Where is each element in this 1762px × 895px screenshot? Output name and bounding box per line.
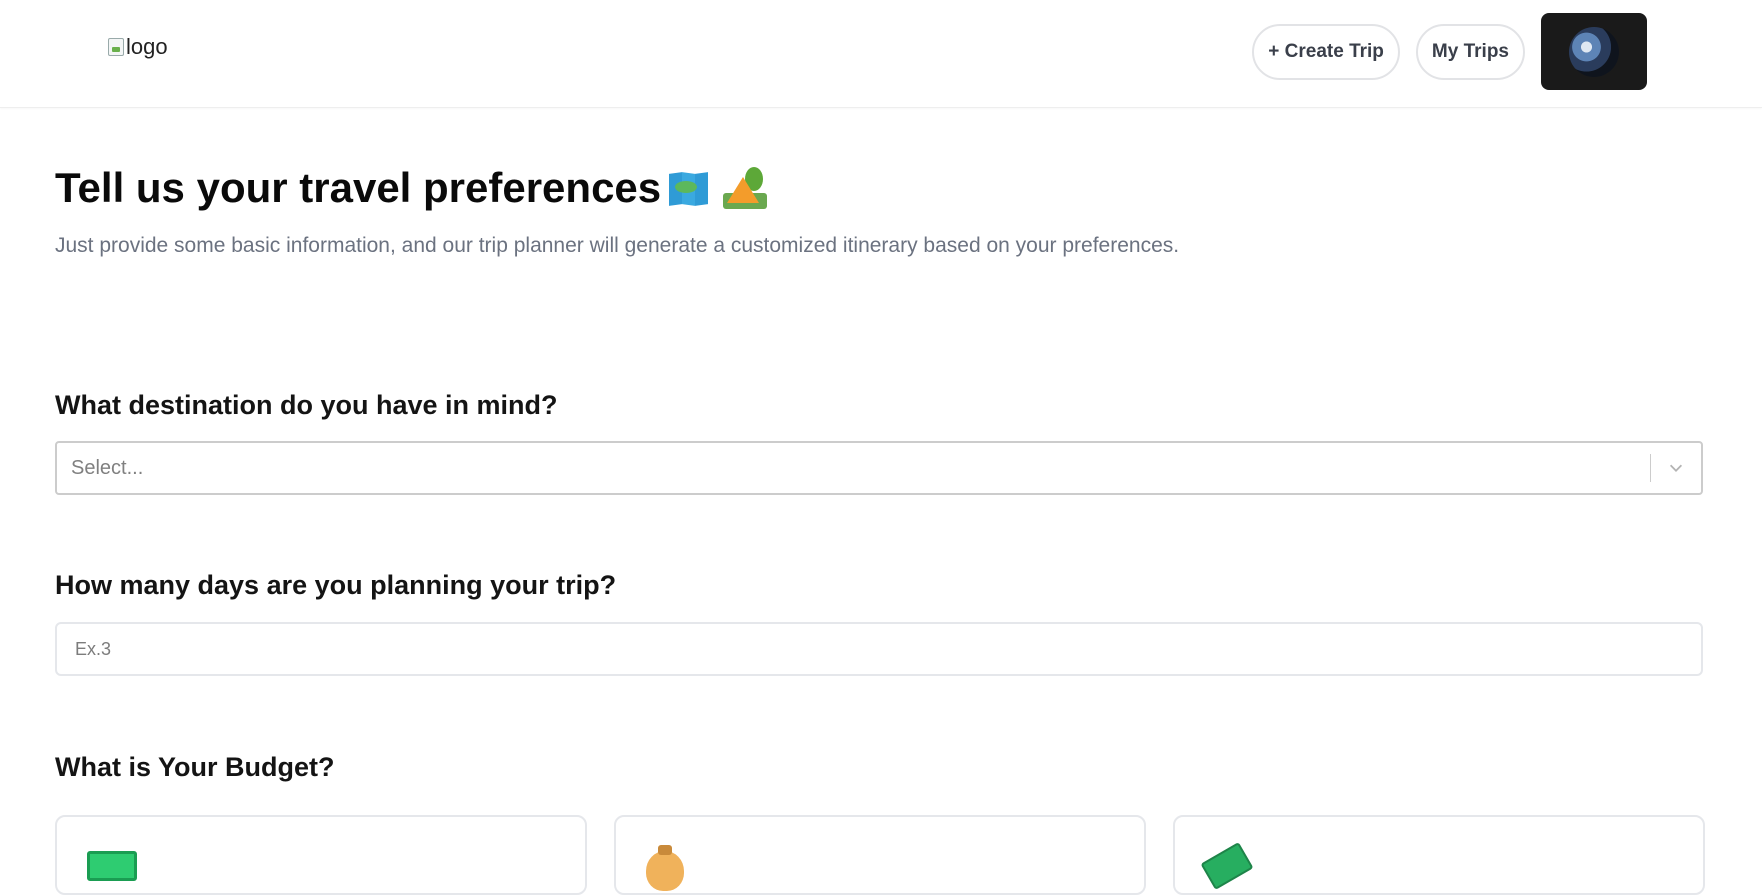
chevron-down-icon[interactable] bbox=[1651, 459, 1701, 477]
my-trips-button[interactable]: My Trips bbox=[1415, 23, 1525, 80]
avatar bbox=[1569, 26, 1619, 77]
camping-icon bbox=[723, 167, 768, 209]
create-trip-button[interactable]: + Create Trip bbox=[1252, 23, 1400, 80]
flying-money-icon bbox=[1200, 842, 1254, 890]
site-header: logo + Create Trip My Trips bbox=[0, 0, 1762, 108]
top-nav: + Create Trip My Trips bbox=[1252, 13, 1647, 90]
days-question: How many days are you planning your trip… bbox=[55, 570, 617, 600]
broken-image-icon bbox=[108, 38, 124, 56]
budget-card-cheap[interactable] bbox=[55, 815, 587, 895]
budget-card-moderate[interactable] bbox=[614, 815, 1146, 895]
page-title-text: Tell us your travel preferences bbox=[55, 164, 662, 211]
money-bag-icon bbox=[646, 845, 684, 891]
budget-card-luxury[interactable] bbox=[1173, 815, 1705, 895]
main-content: Tell us your travel preferences Just pro… bbox=[55, 160, 1705, 895]
logo-alt-text: logo bbox=[126, 34, 168, 59]
destination-question: What destination do you have in mind? bbox=[55, 390, 558, 420]
world-map-icon bbox=[669, 171, 709, 206]
page-subtitle: Just provide some basic information, and… bbox=[55, 234, 1180, 257]
page-title: Tell us your travel preferences bbox=[55, 160, 1703, 216]
cash-icon bbox=[87, 851, 137, 881]
days-input[interactable] bbox=[55, 622, 1703, 676]
budget-question: What is Your Budget? bbox=[55, 752, 335, 782]
logo[interactable]: logo bbox=[108, 34, 168, 60]
user-menu-button[interactable] bbox=[1541, 13, 1647, 90]
destination-placeholder: Select... bbox=[71, 456, 144, 479]
destination-select[interactable]: Select... bbox=[55, 441, 1703, 495]
budget-options bbox=[55, 815, 1705, 895]
